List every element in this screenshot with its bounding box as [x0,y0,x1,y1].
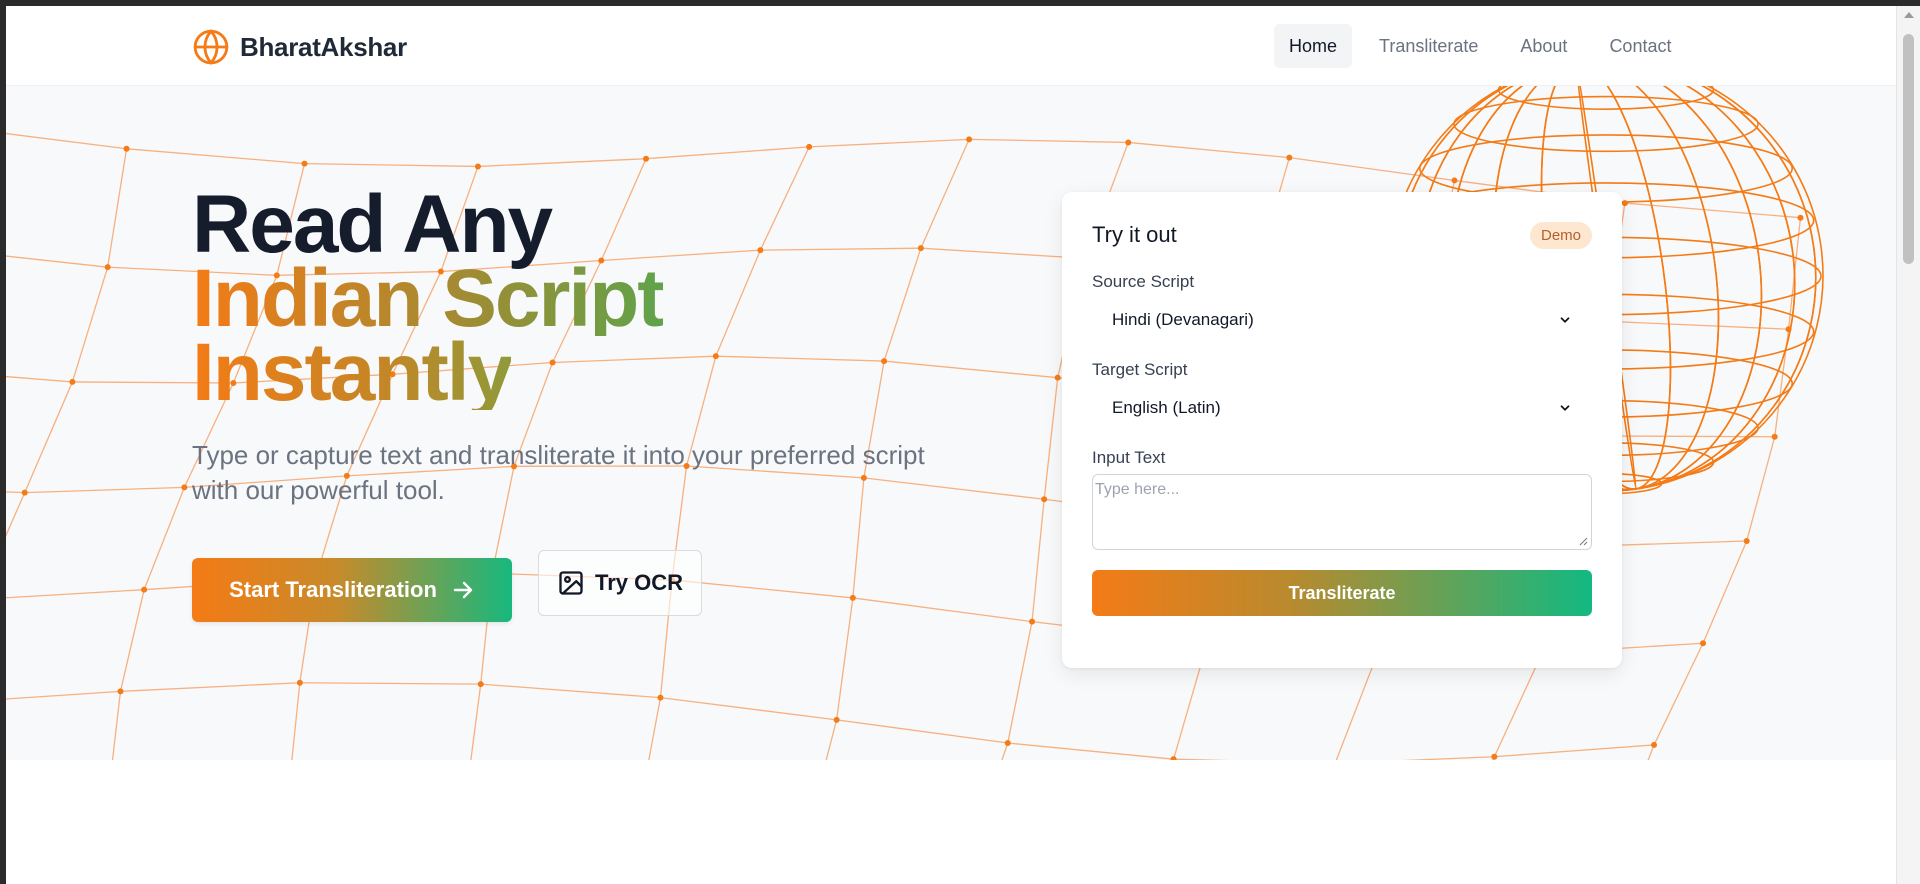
hero-headline: Read Any Indian Script Instantly [192,179,932,418]
try-ocr-label: Try OCR [594,570,684,595]
page-viewport: BharatAkshar Home Transliterate About Co… [6,6,1896,884]
source-script-label: Source Script [1092,272,1195,291]
demo-card: Try it out Demo Source Script Hindi (Dev… [1062,192,1622,668]
transliterate-submit-button[interactable]: Transliterate [1092,570,1592,616]
target-script-value: English (Latin) [1112,398,1221,417]
target-script-select[interactable]: English (Latin) [1092,390,1592,426]
input-text-label: Input Text [1092,448,1166,467]
cta-row: Start Transliteration Try OCR [192,550,932,622]
nav-item-transliterate[interactable]: Transliterate [1364,24,1493,68]
start-transliteration-label: Start Transliteration [229,577,437,602]
nav-item-contact[interactable]: Contact [1594,24,1686,68]
chevron-down-icon [1560,317,1570,323]
brand-name: BharatAkshar [240,31,407,62]
nav-item-home[interactable]: Home [1274,24,1353,68]
nav-item-about[interactable]: About [1505,24,1582,68]
vertical-scrollbar[interactable] [1896,6,1920,884]
demo-badge: Demo [1529,221,1592,249]
image-icon [559,571,583,595]
chevron-down-icon [1560,405,1570,411]
hero-section: Read Any Indian Script Instantly Type or… [6,86,1896,760]
headline-line-2: Indian Script [192,253,665,344]
demo-card-title: Try it out [1092,222,1177,247]
start-transliteration-button[interactable]: Start Transliteration [192,558,512,622]
scroll-up-icon[interactable] [1904,12,1914,18]
hero-content: Read Any Indian Script Instantly Type or… [192,179,932,622]
arrow-right-icon [453,581,473,599]
source-script-value: Hindi (Devanagari) [1112,310,1254,329]
target-script-label: Target Script [1092,360,1188,379]
headline-line-1: Read Any [192,179,553,270]
input-text-area[interactable]: Type here... [1092,474,1592,550]
below-hero-area [6,760,1896,884]
input-text-placeholder: Type here... [1095,481,1180,498]
headline-line-3: Instantly [192,327,513,418]
resize-handle-icon[interactable] [1578,536,1588,546]
globe-icon [193,29,229,65]
site-header: BharatAkshar Home Transliterate About Co… [6,6,1896,86]
brand-logo[interactable]: BharatAkshar [192,28,407,66]
hero-subtitle: Type or capture text and transliterate i… [192,440,925,505]
try-ocr-button[interactable]: Try OCR [538,550,702,616]
main-nav: Home Transliterate About Contact [1274,24,1686,68]
demo-card-header: Try it out Demo [1092,220,1592,250]
scroll-thumb[interactable] [1903,34,1914,264]
source-script-select[interactable]: Hindi (Devanagari) [1092,302,1592,338]
